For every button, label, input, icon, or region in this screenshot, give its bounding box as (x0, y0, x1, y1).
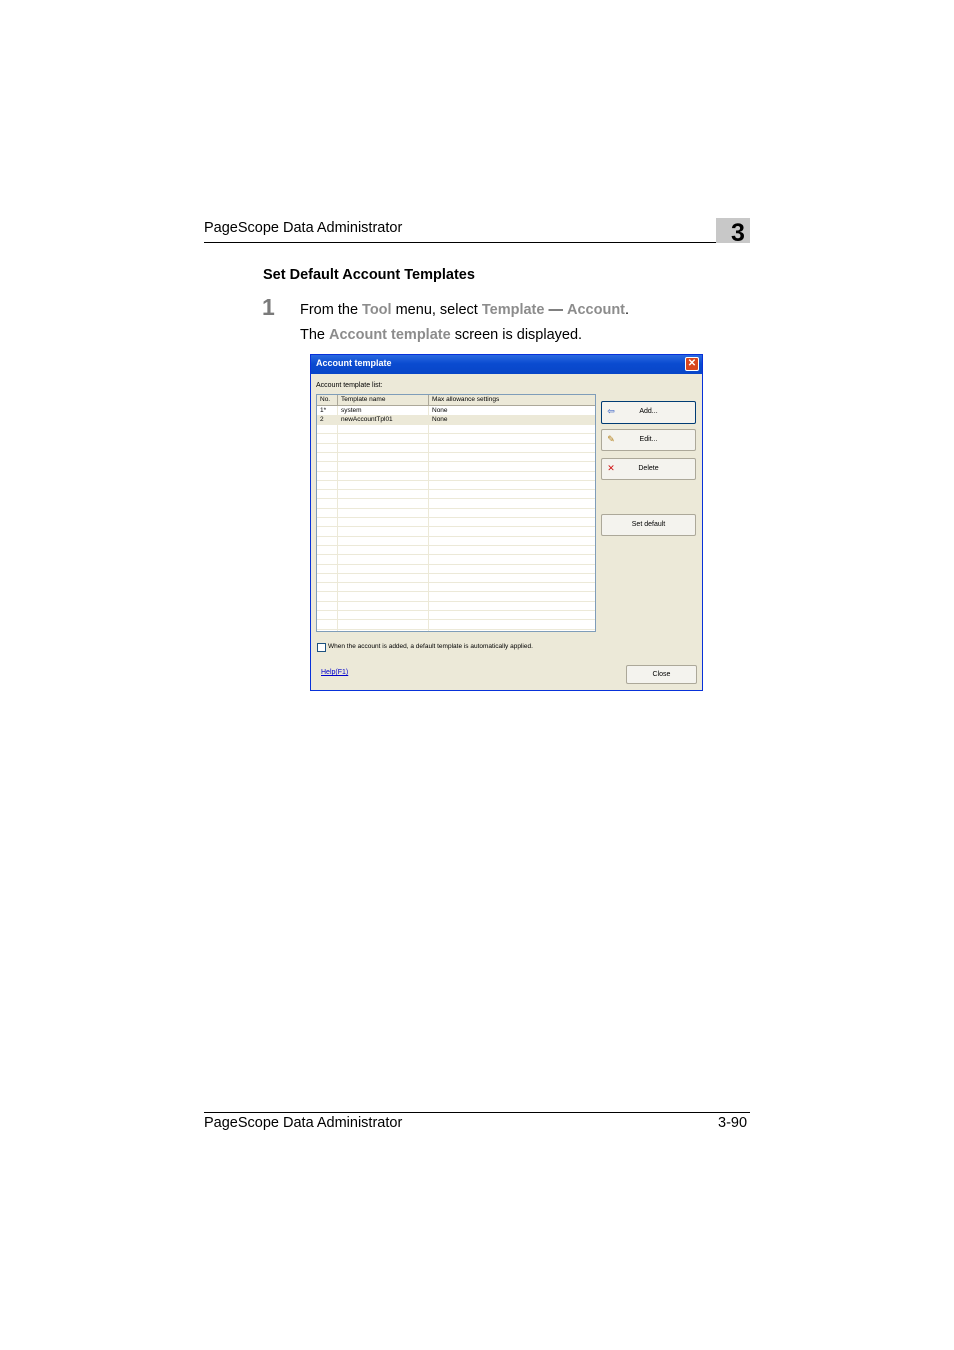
section-title: Set Default Account Templates (263, 267, 475, 283)
edit-button[interactable]: ✎ Edit... (601, 429, 696, 451)
list-gridline (317, 619, 595, 621)
auto-apply-checkbox[interactable] (317, 643, 326, 652)
template-list-label: Account template list: (316, 382, 383, 389)
list-gridline (317, 479, 595, 481)
auto-apply-label: When the account is added, a default tem… (328, 643, 533, 650)
list-gridline (317, 563, 595, 565)
step-result: The Account template screen is displayed… (300, 327, 583, 343)
list-gridline (317, 489, 595, 491)
list-gridline (317, 628, 595, 630)
list-gridline (317, 591, 595, 593)
list-gridline (317, 554, 595, 556)
step-number: 1 (262, 294, 275, 320)
menu-item-template: Template (481, 302, 545, 318)
table-row[interactable]: 2 newAccountTpl01 None (317, 415, 595, 424)
edit-icon: ✎ (607, 434, 615, 444)
column-header-name[interactable]: Template name (338, 396, 428, 403)
list-gridline (317, 442, 595, 444)
column-header-max[interactable]: Max allowance settings (429, 396, 595, 403)
list-gridline (317, 451, 595, 453)
set-default-button[interactable]: Set default (601, 514, 696, 536)
list-gridline (317, 600, 595, 602)
delete-icon: ✕ (607, 463, 615, 473)
footer-title: PageScope Data Administrator (204, 1115, 403, 1131)
list-gridline (317, 544, 595, 546)
menu-item-account: Account (567, 302, 625, 318)
running-header-title: PageScope Data Administrator (204, 220, 403, 236)
account-template-dialog: Account template ✕ Account template list… (310, 354, 703, 691)
chapter-number: 3 (731, 219, 745, 247)
list-gridline (317, 517, 595, 518)
close-icon[interactable]: ✕ (685, 357, 699, 371)
list-gridline (317, 610, 595, 611)
template-list[interactable]: No. Template name Max allowance settings… (316, 394, 596, 632)
list-gridline (317, 507, 595, 509)
menu-name: Tool (362, 302, 392, 318)
list-gridline (317, 526, 595, 528)
header-rule (204, 242, 750, 243)
list-gridline (317, 498, 595, 500)
add-button[interactable]: ⇦ Add... (601, 401, 696, 424)
page-number: 3-90 (718, 1115, 748, 1131)
list-gridline (317, 582, 595, 584)
delete-button[interactable]: ✕ Delete (601, 458, 696, 480)
list-gridline (317, 433, 595, 435)
dialog-title: Account template (316, 358, 392, 368)
list-gridline (317, 424, 595, 425)
step-instruction: From the Tool menu, select Template — Ac… (300, 302, 630, 318)
list-gridline (317, 470, 595, 472)
help-link[interactable]: Help(F1) (321, 669, 348, 676)
footer-rule (204, 1112, 750, 1113)
list-gridline (317, 572, 595, 574)
list-gridline (317, 461, 595, 463)
column-header-no[interactable]: No. (317, 396, 337, 403)
screen-name: Account template (329, 327, 451, 343)
table-row[interactable]: 1* system None (317, 406, 595, 415)
close-button[interactable]: Close (626, 665, 697, 684)
list-gridline (317, 535, 595, 537)
dialog-titlebar: Account template ✕ (311, 355, 702, 374)
add-icon: ⇦ (607, 406, 615, 416)
list-header: No. Template name Max allowance settings (317, 395, 595, 406)
